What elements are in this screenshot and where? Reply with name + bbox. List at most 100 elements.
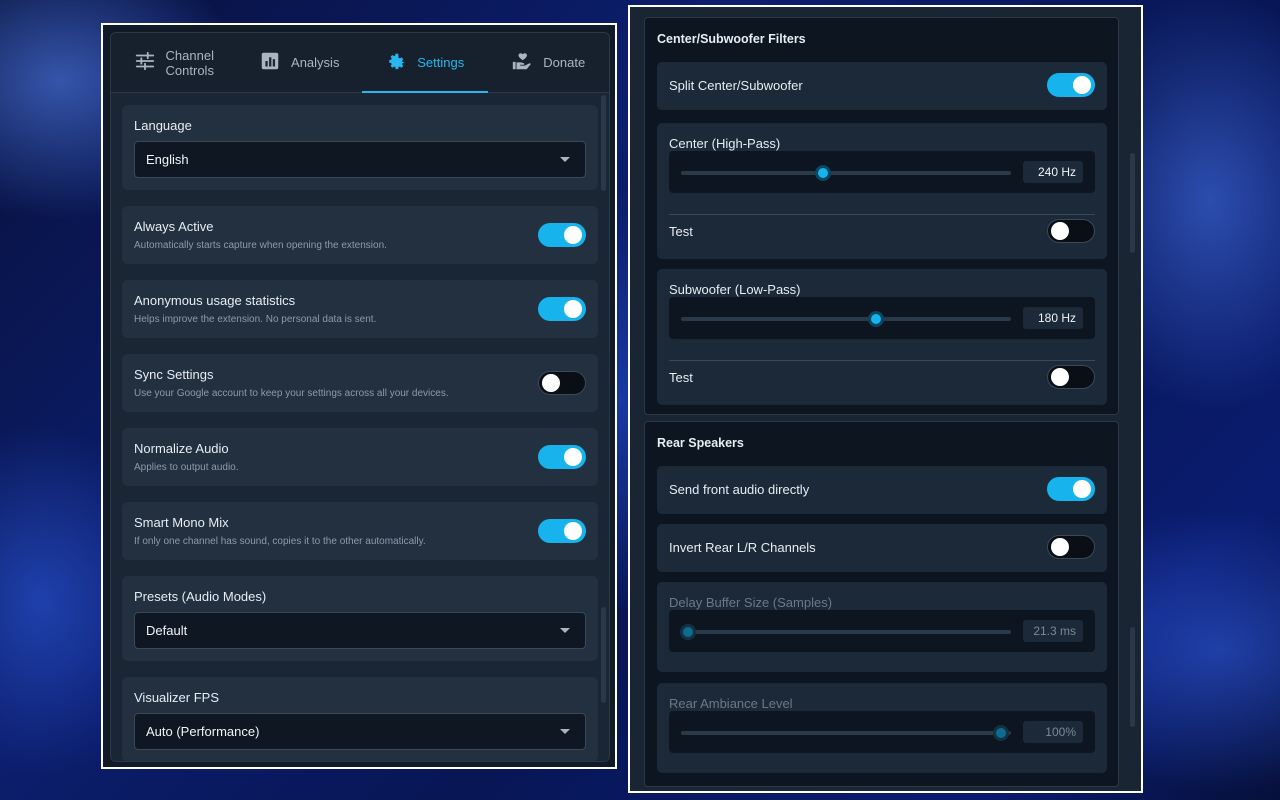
- scrollbar-lower[interactable]: [1130, 627, 1135, 727]
- tab-settings[interactable]: Settings: [362, 33, 488, 93]
- subwoofer-lowpass-slider: 180 Hz: [669, 297, 1095, 339]
- toggle-knob: [542, 374, 560, 392]
- toggle-knob: [564, 522, 582, 540]
- language-card: Language English: [122, 105, 598, 190]
- toggle-knob: [1051, 538, 1069, 556]
- invert-rear-label: Invert Rear L/R Channels: [669, 540, 816, 555]
- tab-channel-controls[interactable]: Channel Controls: [111, 33, 237, 92]
- visualizer-fps-title: Visualizer FPS: [134, 690, 220, 705]
- always-active-desc: Automatically starts capture when openin…: [134, 240, 387, 251]
- send-front-toggle[interactable]: [1047, 477, 1095, 501]
- toggle-knob: [1051, 222, 1069, 240]
- center-highpass-label: Center (High-Pass): [669, 136, 781, 151]
- rear-ambiance-value: 100%: [1023, 721, 1083, 743]
- presets-select[interactable]: Default: [134, 612, 586, 649]
- toggle-knob: [1073, 76, 1091, 94]
- gear-icon: [385, 50, 407, 75]
- center-highpass-slider: 240 Hz: [669, 151, 1095, 193]
- delay-buffer-label: Delay Buffer Size (Samples): [669, 595, 833, 610]
- usage-stats-toggle[interactable]: [538, 297, 586, 321]
- language-title: Language: [134, 118, 192, 133]
- tab-analysis[interactable]: Analysis: [237, 33, 363, 92]
- send-front-label: Send front audio directly: [669, 482, 810, 497]
- language-select[interactable]: English: [134, 141, 586, 178]
- slider-track: [681, 171, 1011, 175]
- rear-speakers-title: Rear Speakers: [657, 436, 744, 450]
- subwoofer-lowpass-label: Subwoofer (Low-Pass): [669, 282, 801, 297]
- rear-ambiance-thumb[interactable]: [993, 725, 1010, 741]
- split-center-row: Split Center/Subwoofer: [657, 62, 1107, 110]
- scrollbar-upper[interactable]: [1130, 153, 1135, 253]
- settings-window: Channel Controls Analysis Settings Donat…: [101, 23, 617, 769]
- presets-value: Default: [146, 623, 188, 638]
- toggle-knob: [1051, 368, 1069, 386]
- normalize-audio-desc: Applies to output audio.: [134, 462, 239, 473]
- tab-donate[interactable]: Donate: [488, 33, 610, 92]
- visualizer-fps-card: Visualizer FPS Auto (Performance): [122, 677, 598, 761]
- center-highpass-value: 240 Hz: [1023, 161, 1083, 183]
- presets-card: Presets (Audio Modes) Default: [122, 576, 598, 661]
- rear-ambiance-row: Rear Ambiance Level 100%: [657, 683, 1107, 773]
- slider-track: [681, 731, 1011, 735]
- normalize-audio-title: Normalize Audio: [134, 441, 229, 456]
- presets-title: Presets (Audio Modes): [134, 589, 267, 604]
- chevron-down-icon: [560, 628, 570, 633]
- scrollbar-upper[interactable]: [601, 95, 606, 191]
- tab-donate-label: Donate: [543, 55, 586, 70]
- normalize-audio-card: Normalize Audio Applies to output audio.: [122, 428, 598, 486]
- settings-panel: Channel Controls Analysis Settings Donat…: [110, 32, 610, 762]
- language-value: English: [146, 152, 189, 167]
- sync-settings-toggle[interactable]: [538, 371, 586, 395]
- smart-mono-toggle[interactable]: [538, 519, 586, 543]
- toggle-knob: [564, 226, 582, 244]
- toggle-knob: [564, 448, 582, 466]
- subwoofer-lowpass-row: Subwoofer (Low-Pass) 180 Hz Test: [657, 269, 1107, 405]
- tab-bar: Channel Controls Analysis Settings Donat…: [111, 33, 609, 93]
- invert-rear-toggle[interactable]: [1047, 535, 1095, 559]
- tab-channel-controls-label: Channel Controls: [165, 47, 214, 78]
- delay-buffer-thumb[interactable]: [679, 624, 696, 640]
- sync-settings-card: Sync Settings Use your Google account to…: [122, 354, 598, 412]
- subwoofer-lowpass-value: 180 Hz: [1023, 307, 1083, 329]
- chevron-down-icon: [560, 729, 570, 734]
- surround-window: Center/Subwoofer Filters Split Center/Su…: [628, 5, 1143, 793]
- always-active-card: Always Active Automatically starts captu…: [122, 206, 598, 264]
- rear-ambiance-label: Rear Ambiance Level: [669, 696, 793, 711]
- sliders-icon: [134, 50, 156, 75]
- toggle-knob: [1073, 480, 1091, 498]
- hand-heart-icon: [511, 50, 533, 75]
- smart-mono-desc: If only one channel has sound, copies it…: [134, 536, 426, 547]
- slider-track: [681, 317, 1011, 321]
- sync-settings-title: Sync Settings: [134, 367, 214, 382]
- bar-chart-icon: [259, 50, 281, 75]
- normalize-audio-toggle[interactable]: [538, 445, 586, 469]
- invert-rear-row: Invert Rear L/R Channels: [657, 524, 1107, 572]
- usage-stats-title: Anonymous usage statistics: [134, 293, 296, 308]
- center-subwoofer-section: Center/Subwoofer Filters Split Center/Su…: [644, 17, 1119, 415]
- scrollbar-lower[interactable]: [601, 607, 606, 703]
- subwoofer-test-toggle[interactable]: [1047, 365, 1095, 389]
- rear-ambiance-slider: 100%: [669, 711, 1095, 753]
- chevron-down-icon: [560, 157, 570, 162]
- visualizer-fps-select[interactable]: Auto (Performance): [134, 713, 586, 750]
- center-highpass-row: Center (High-Pass) 240 Hz Test: [657, 123, 1107, 259]
- smart-mono-title: Smart Mono Mix: [134, 515, 229, 530]
- center-test-toggle[interactable]: [1047, 219, 1095, 243]
- split-center-toggle[interactable]: [1047, 73, 1095, 97]
- always-active-toggle[interactable]: [538, 223, 586, 247]
- tab-analysis-label: Analysis: [291, 55, 340, 70]
- smart-mono-card: Smart Mono Mix If only one channel has s…: [122, 502, 598, 560]
- always-active-title: Always Active: [134, 219, 214, 234]
- divider: [669, 360, 1095, 361]
- subwoofer-lowpass-thumb[interactable]: [867, 311, 884, 327]
- slider-track: [681, 630, 1011, 634]
- delay-buffer-row: Delay Buffer Size (Samples) 21.3 ms: [657, 582, 1107, 672]
- center-subwoofer-title: Center/Subwoofer Filters: [657, 32, 806, 46]
- tab-settings-label: Settings: [417, 55, 465, 70]
- send-front-row: Send front audio directly: [657, 466, 1107, 514]
- center-highpass-thumb[interactable]: [814, 165, 831, 181]
- sync-settings-desc: Use your Google account to keep your set…: [134, 388, 449, 399]
- visualizer-fps-value: Auto (Performance): [146, 724, 260, 739]
- delay-buffer-slider: 21.3 ms: [669, 610, 1095, 652]
- divider: [669, 214, 1095, 215]
